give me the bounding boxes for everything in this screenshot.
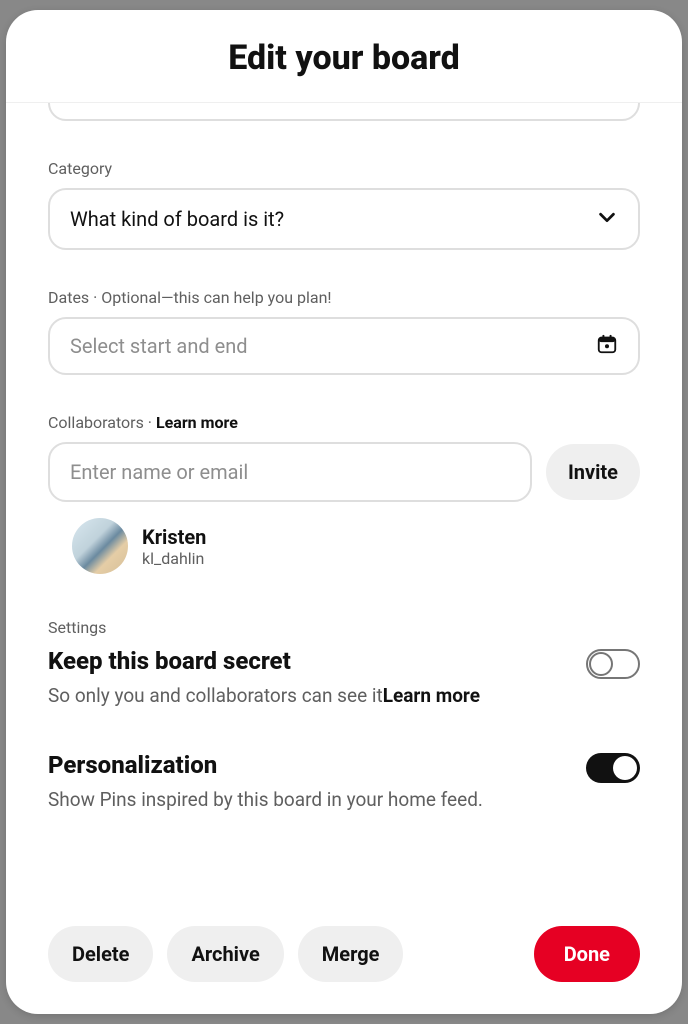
- category-select-text: What kind of board is it?: [70, 207, 284, 231]
- edit-board-modal: Edit your board Category What kind of bo…: [6, 10, 682, 1014]
- footer-left: Delete Archive Merge: [48, 926, 403, 982]
- setting-personalization: Personalization Show Pins inspired by th…: [48, 751, 640, 813]
- collaborators-label-prefix: Collaborators ·: [48, 413, 156, 432]
- setting-secret: Keep this board secret So only you and c…: [48, 647, 640, 709]
- name-input-partial[interactable]: [48, 103, 640, 121]
- merge-button[interactable]: Merge: [298, 926, 404, 982]
- avatar: [72, 518, 128, 574]
- setting-secret-desc: So only you and collaborators can see it…: [48, 683, 640, 709]
- personalization-toggle[interactable]: [586, 753, 640, 783]
- dates-label: Dates · Optional—this can help you plan!: [48, 288, 640, 307]
- user-text: Kristen kl_dahlin: [142, 525, 206, 568]
- modal-body: Category What kind of board is it? Dates…: [6, 103, 682, 906]
- archive-button[interactable]: Archive: [167, 926, 283, 982]
- secret-toggle[interactable]: [586, 649, 640, 679]
- settings-label: Settings: [48, 618, 640, 637]
- invite-button[interactable]: Invite: [546, 444, 640, 500]
- setting-personalization-desc: Show Pins inspired by this board in your…: [48, 787, 640, 813]
- secret-desc-text: So only you and collaborators can see it: [48, 684, 383, 707]
- collaborators-row: Invite: [48, 442, 640, 502]
- calendar-icon: [596, 333, 618, 359]
- user-name: Kristen: [142, 525, 206, 549]
- collaborators-label: Collaborators · Learn more: [48, 413, 640, 432]
- category-field: Category What kind of board is it?: [48, 159, 640, 250]
- collaborators-field: Collaborators · Learn more Invite Kriste…: [48, 413, 640, 574]
- collaborator-user: Kristen kl_dahlin: [48, 518, 640, 574]
- category-label: Category: [48, 159, 640, 178]
- modal-header: Edit your board: [6, 10, 682, 103]
- category-select[interactable]: What kind of board is it?: [48, 188, 640, 250]
- setting-personalization-title: Personalization: [48, 751, 217, 779]
- modal-title: Edit your board: [30, 38, 658, 78]
- user-handle: kl_dahlin: [142, 549, 206, 568]
- modal-footer: Delete Archive Merge Done: [6, 906, 682, 1014]
- setting-secret-title: Keep this board secret: [48, 647, 291, 675]
- collaborators-input[interactable]: [48, 442, 532, 502]
- delete-button[interactable]: Delete: [48, 926, 153, 982]
- toggle-knob: [589, 652, 613, 676]
- dates-input[interactable]: Select start and end: [48, 317, 640, 375]
- chevron-down-icon: [596, 206, 618, 232]
- dates-placeholder: Select start and end: [70, 334, 248, 358]
- secret-learn-more-link[interactable]: Learn more: [383, 684, 480, 707]
- collaborators-learn-more-link[interactable]: Learn more: [156, 413, 238, 432]
- dates-field: Dates · Optional—this can help you plan!…: [48, 288, 640, 375]
- toggle-knob: [613, 756, 637, 780]
- done-button[interactable]: Done: [534, 926, 640, 982]
